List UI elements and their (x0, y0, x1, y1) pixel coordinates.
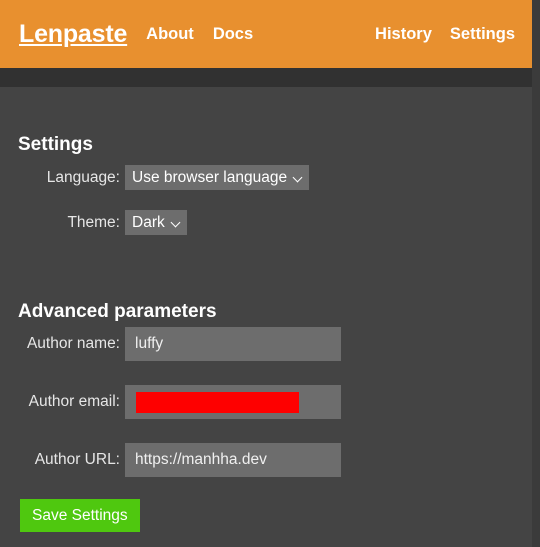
field-row-author-name: Author name: (0, 327, 532, 361)
author-url-input[interactable] (125, 443, 341, 477)
nav-link-about[interactable]: About (146, 26, 194, 43)
page-scrollbar[interactable] (532, 0, 540, 547)
language-label: Language: (46, 168, 120, 186)
field-row-author-email: Author email: (0, 385, 532, 419)
settings-page: Settings Language: Use browser language … (0, 87, 532, 547)
advanced-parameters-title: Advanced parameters (18, 300, 217, 322)
secondary-nav: History Settings (375, 26, 515, 43)
author-name-input[interactable] (125, 327, 341, 361)
chevron-down-icon (172, 218, 181, 227)
author-email-input[interactable] (125, 385, 341, 419)
theme-select-value: Dark (132, 213, 165, 231)
nav-link-settings[interactable]: Settings (450, 26, 515, 43)
author-email-label: Author email: (28, 393, 120, 410)
theme-label: Theme: (67, 213, 120, 231)
field-row-author-url: Author URL: (0, 443, 532, 477)
page-title: Settings (18, 133, 93, 155)
field-row-theme: Theme: Dark (0, 210, 532, 235)
theme-select[interactable]: Dark (125, 210, 187, 235)
nav-link-docs[interactable]: Docs (213, 26, 253, 43)
author-url-label: Author URL: (34, 451, 120, 468)
language-select-value: Use browser language (132, 168, 288, 186)
header-divider-strip (0, 68, 532, 87)
language-select[interactable]: Use browser language (125, 165, 310, 190)
page-root: Lenpaste About Docs History Settings Set… (0, 0, 540, 547)
save-settings-button[interactable]: Save Settings (20, 499, 140, 532)
primary-nav: About Docs (146, 26, 253, 43)
brand-logo[interactable]: Lenpaste (19, 21, 127, 47)
field-row-language: Language: Use browser language (0, 165, 532, 190)
nav-link-history[interactable]: History (375, 26, 432, 43)
author-email-input-wrap (125, 385, 341, 419)
author-name-label: Author name: (26, 335, 120, 352)
chevron-down-icon (294, 173, 303, 182)
site-header: Lenpaste About Docs History Settings (0, 0, 532, 68)
